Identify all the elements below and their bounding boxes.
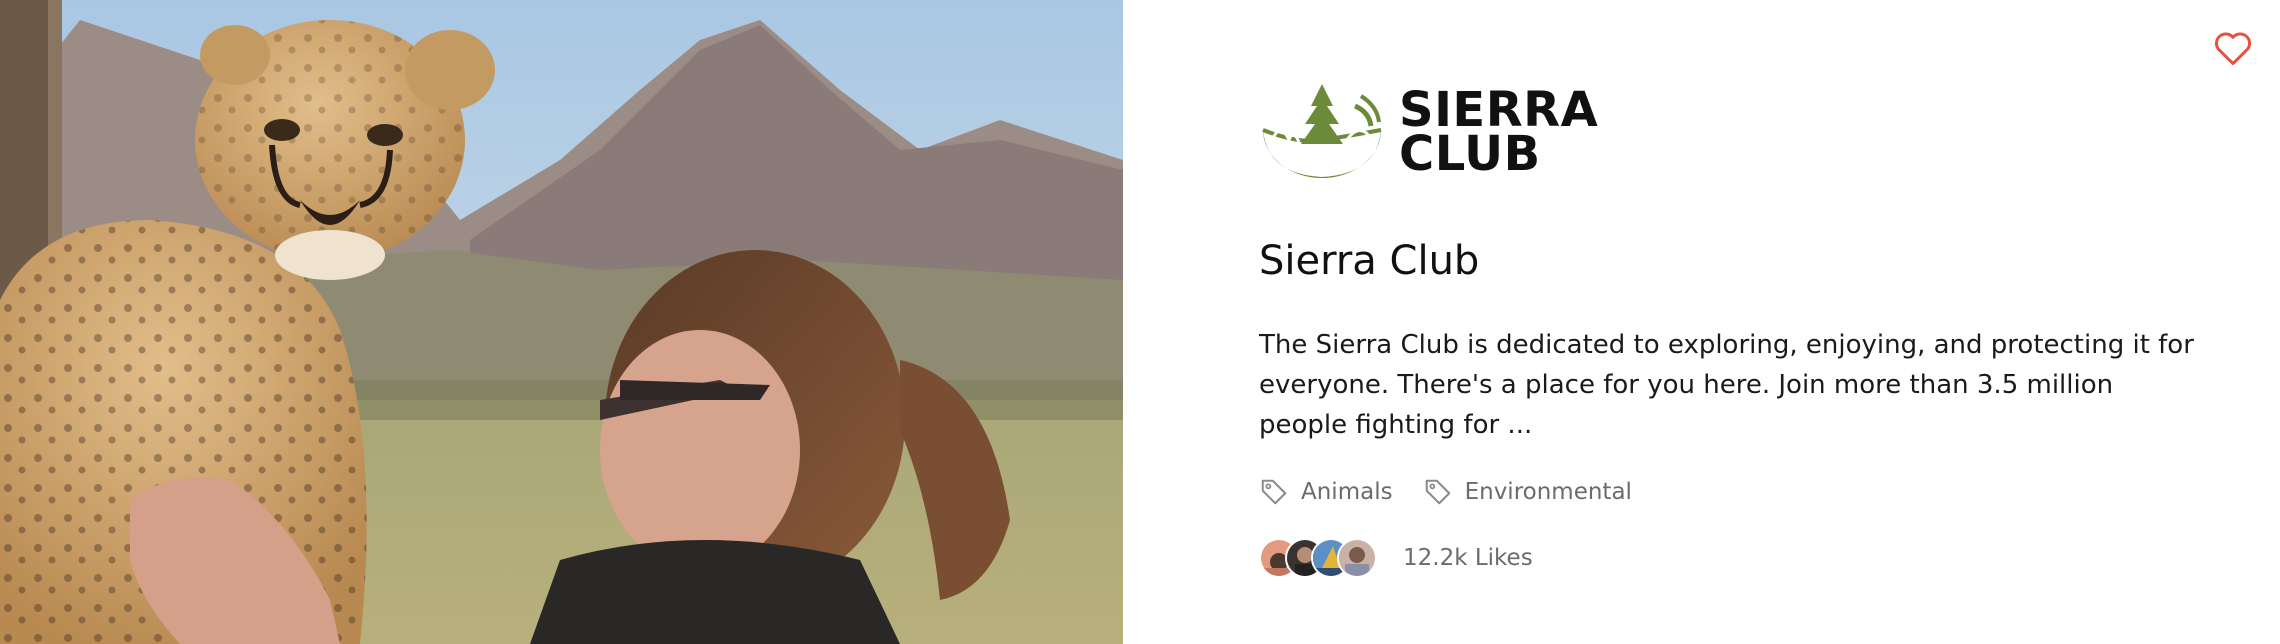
tag-label: Environmental [1464, 479, 1632, 505]
avatar [1337, 538, 1377, 578]
organization-title[interactable]: Sierra Club [1259, 238, 1479, 284]
organization-photo[interactable] [0, 0, 1123, 644]
tag-animals[interactable]: Animals [1259, 477, 1393, 507]
heart-icon [2215, 32, 2251, 66]
photo-illustration [0, 0, 1123, 644]
liker-avatars [1259, 538, 1377, 578]
organization-card: SIERRA CLUB Sierra Club The Sierra Club … [0, 0, 2280, 644]
organization-description: The Sierra Club is dedicated to explorin… [1259, 330, 2194, 440]
organization-details: SIERRA CLUB Sierra Club The Sierra Club … [1123, 0, 2280, 644]
sierra-club-logo-mark [1262, 84, 1382, 178]
tag-list: Animals Environmental [1259, 477, 1662, 507]
tag-icon [1425, 479, 1450, 505]
organization-logo: SIERRA CLUB [1259, 82, 1598, 182]
likes-count: 12.2k Likes [1403, 545, 1533, 571]
logo-wordmark: SIERRA CLUB [1399, 86, 1598, 182]
likes-summary[interactable]: 12.2k Likes [1259, 538, 1533, 578]
tag-environmental[interactable]: Environmental [1423, 477, 1632, 507]
favorite-button[interactable] [2212, 28, 2254, 68]
logo-line-2: CLUB [1399, 126, 1541, 182]
tag-icon [1261, 479, 1287, 505]
tag-label: Animals [1301, 479, 1393, 505]
